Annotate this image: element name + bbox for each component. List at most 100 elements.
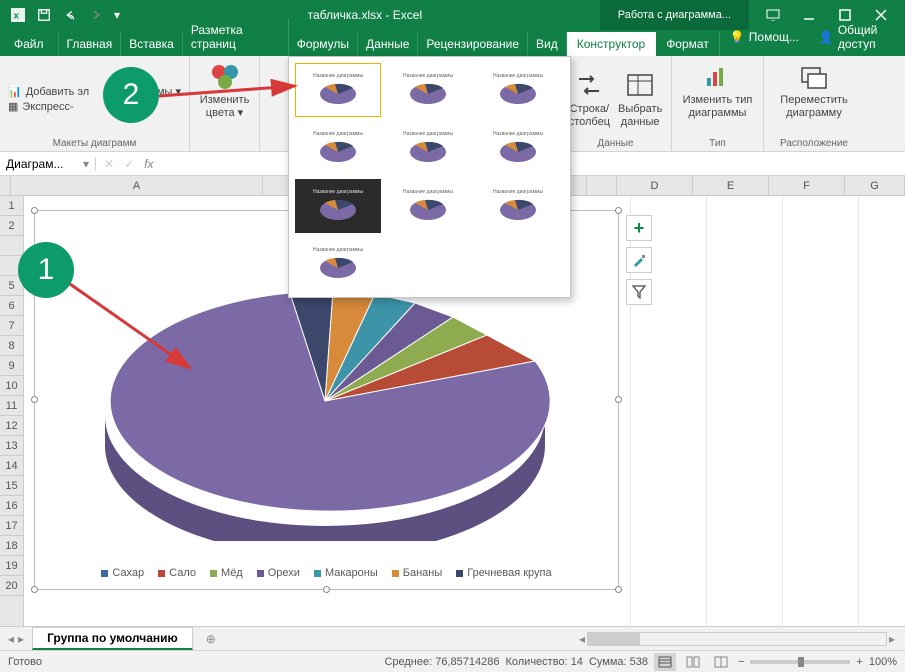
switch-row-column-button[interactable]: Строка/ столбец: [569, 69, 610, 129]
chart-style-thumb[interactable]: Название диаграммы: [475, 179, 561, 233]
tab-review[interactable]: Рецензирование: [418, 32, 528, 56]
row-header[interactable]: 1: [0, 196, 23, 216]
view-normal-button[interactable]: [654, 653, 676, 671]
chart-styles-button[interactable]: [626, 247, 652, 273]
tab-data[interactable]: Данные: [358, 32, 418, 56]
chart-style-thumb[interactable]: Название диаграммы: [475, 121, 561, 175]
row-header[interactable]: 6: [0, 296, 23, 316]
resize-handle[interactable]: [31, 396, 38, 403]
resize-handle[interactable]: [615, 207, 622, 214]
chart-side-buttons: +: [626, 215, 652, 305]
zoom-level[interactable]: 100%: [869, 656, 897, 668]
scrollbar-thumb[interactable]: [588, 633, 640, 645]
chart-style-thumb[interactable]: Название диаграммы: [295, 179, 381, 233]
tab-page-layout[interactable]: Разметка страниц: [183, 18, 289, 56]
row-header[interactable]: 7: [0, 316, 23, 336]
legend-label: Макароны: [325, 567, 378, 579]
tab-format[interactable]: Формат: [656, 32, 720, 56]
row-header[interactable]: 12: [0, 416, 23, 436]
row-header[interactable]: 2: [0, 216, 23, 236]
chart-style-thumb[interactable]: Название диаграммы: [385, 121, 471, 175]
row-header[interactable]: 9: [0, 356, 23, 376]
redo-button[interactable]: [84, 3, 108, 27]
resize-handle[interactable]: [615, 396, 622, 403]
legend-item[interactable]: Сахар: [101, 567, 144, 579]
chart-style-thumb[interactable]: Название диаграммы: [385, 63, 471, 117]
legend-item[interactable]: Сало: [158, 567, 196, 579]
person-icon: 👤: [819, 30, 834, 44]
share-button[interactable]: 👤Общий доступ: [809, 18, 905, 56]
hscroll-left-icon[interactable]: ◂: [579, 632, 585, 646]
row-header[interactable]: 8: [0, 336, 23, 356]
row-header[interactable]: 10: [0, 376, 23, 396]
row-header[interactable]: 14: [0, 456, 23, 476]
row-header[interactable]: 11: [0, 396, 23, 416]
row-header[interactable]: 18: [0, 536, 23, 556]
legend-item[interactable]: Мёд: [210, 567, 243, 579]
sheet-nav-buttons[interactable]: ◂▸: [0, 632, 32, 646]
row-header[interactable]: 13: [0, 436, 23, 456]
tab-view[interactable]: Вид: [528, 32, 567, 56]
chart-style-thumb[interactable]: Название диаграммы: [295, 237, 381, 291]
tab-file[interactable]: Файл: [0, 32, 59, 56]
legend-label: Бананы: [403, 567, 443, 579]
sheet-tab-active[interactable]: Группа по умолчанию: [32, 627, 193, 650]
view-page-layout-button[interactable]: [682, 653, 704, 671]
chart-styles-gallery[interactable]: Название диаграммыНазвание диаграммыНазв…: [288, 56, 571, 298]
move-chart-button[interactable]: Переместить диаграмму: [780, 60, 847, 120]
legend-item[interactable]: Орехи: [257, 567, 300, 579]
legend-item[interactable]: Гречневая крупа: [456, 567, 551, 579]
chart-style-thumb[interactable]: Название диаграммы: [295, 63, 381, 117]
legend-item[interactable]: Макароны: [314, 567, 378, 579]
sheet-next-icon[interactable]: ▸: [18, 632, 24, 646]
hscroll-right-icon[interactable]: ▸: [889, 632, 895, 646]
new-sheet-button[interactable]: ⊕: [199, 627, 223, 651]
column-header[interactable]: A: [11, 176, 263, 195]
tab-design[interactable]: Конструктор: [567, 32, 656, 56]
legend-item[interactable]: Бананы: [392, 567, 443, 579]
chart-elements-button[interactable]: +: [626, 215, 652, 241]
view-page-break-button[interactable]: [710, 653, 732, 671]
column-header[interactable]: [587, 176, 617, 195]
row-header[interactable]: 17: [0, 516, 23, 536]
row-header[interactable]: 20: [0, 576, 23, 596]
resize-handle[interactable]: [31, 586, 38, 593]
row-header[interactable]: 15: [0, 476, 23, 496]
sheet-prev-icon[interactable]: ◂: [8, 632, 14, 646]
column-header[interactable]: F: [769, 176, 845, 195]
row-header[interactable]: 16: [0, 496, 23, 516]
zoom-slider[interactable]: [750, 660, 850, 664]
select-all-corner[interactable]: [0, 176, 11, 195]
column-header[interactable]: E: [693, 176, 769, 195]
tell-me[interactable]: 💡Помощ...: [720, 18, 809, 56]
change-chart-type-button[interactable]: Изменить тип диаграммы: [683, 60, 753, 120]
row-header[interactable]: 19: [0, 556, 23, 576]
select-data-button[interactable]: Выбрать данные: [618, 69, 662, 129]
row-header[interactable]: [0, 236, 23, 256]
tab-home[interactable]: Главная: [59, 32, 122, 56]
chart-style-thumb[interactable]: Название диаграммы: [295, 121, 381, 175]
resize-handle[interactable]: [31, 207, 38, 214]
chart-style-thumb[interactable]: Название диаграммы: [385, 179, 471, 233]
zoom-thumb[interactable]: [798, 657, 804, 667]
column-header[interactable]: D: [617, 176, 693, 195]
tab-insert[interactable]: Вставка: [121, 32, 183, 56]
chart-filters-button[interactable]: [626, 279, 652, 305]
qat-customize-icon[interactable]: ▾: [110, 3, 124, 27]
zoom-out-button[interactable]: −: [738, 656, 744, 668]
layouts-group-label: Макеты диаграмм: [53, 138, 137, 149]
undo-button[interactable]: [58, 3, 82, 27]
resize-handle[interactable]: [615, 586, 622, 593]
fx-icon[interactable]: fx: [144, 157, 153, 171]
legend-label: Сало: [169, 567, 196, 579]
chart-style-thumb[interactable]: Название диаграммы: [475, 63, 561, 117]
tab-formulas[interactable]: Формулы: [289, 32, 358, 56]
zoom-in-button[interactable]: +: [856, 656, 862, 668]
save-button[interactable]: [32, 3, 56, 27]
horizontal-scrollbar[interactable]: [587, 632, 887, 646]
chart-legend[interactable]: Сахар Сало Мёд Орехи Макароны Бананы Гречневая…: [35, 567, 618, 579]
arrow-1: [62, 272, 202, 382]
name-box[interactable]: Диаграм...▾: [0, 157, 96, 171]
column-header[interactable]: G: [845, 176, 905, 195]
resize-handle[interactable]: [323, 586, 330, 593]
